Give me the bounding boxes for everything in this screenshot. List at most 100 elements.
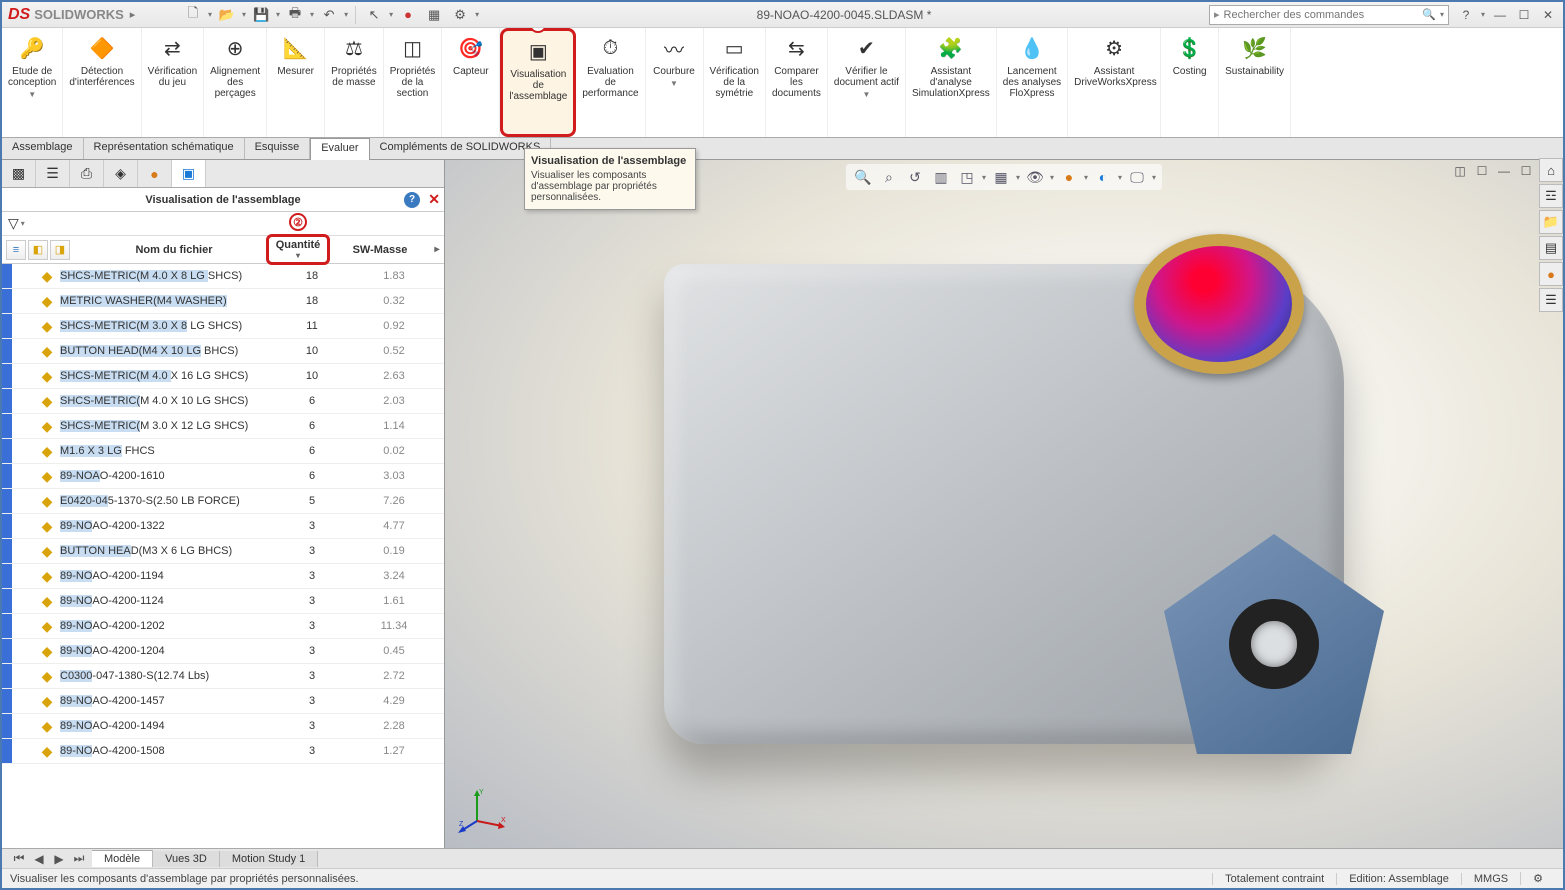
tab-scroll-prev-icon[interactable]: ◀: [30, 850, 48, 868]
search-input[interactable]: [1224, 9, 1419, 21]
select-icon[interactable]: ↖: [363, 4, 385, 26]
list-item[interactable]: ◆89-NOAO-4200-120430.45: [2, 639, 444, 664]
orientation-triad[interactable]: Y X Z: [457, 786, 507, 836]
command-search[interactable]: ▸ 🔍▾: [1209, 5, 1449, 25]
new-icon[interactable]: 🗋: [182, 4, 204, 26]
bottom-tab-modèle[interactable]: Modèle: [92, 850, 153, 867]
ribbon-verdoc-button[interactable]: ✔Vérifier ledocument actif▼: [828, 28, 906, 137]
list-item[interactable]: ◆89-NOAO-4200-145734.29: [2, 689, 444, 714]
flat-nested-toggle[interactable]: ≡: [6, 240, 26, 260]
cmdtab-représentation-schématique[interactable]: Représentation schématique: [84, 138, 245, 159]
col-more[interactable]: ▸: [430, 244, 444, 255]
zoom-fit-icon[interactable]: 🔍: [852, 166, 874, 188]
ribbon-sust-button[interactable]: 🌿Sustainability: [1219, 28, 1291, 137]
search-icon[interactable]: 🔍: [1418, 8, 1440, 21]
close-button[interactable]: ✕: [1539, 6, 1557, 24]
hide-show-icon[interactable]: 👁: [1024, 166, 1046, 188]
ribbon-interf-button[interactable]: 🔶Détectiond'interférences: [63, 28, 141, 137]
ribbon-dwx-button[interactable]: ⚙AssistantDriveWorksXpress: [1068, 28, 1161, 137]
component-list[interactable]: ◆SHCS-METRIC(M 4.0 X 8 LG SHCS)181.83◆ME…: [2, 264, 444, 848]
prev-view-icon[interactable]: ↺: [904, 166, 926, 188]
display-style-icon[interactable]: ▦: [990, 166, 1012, 188]
section-view-icon[interactable]: ▥: [930, 166, 952, 188]
status-units[interactable]: MMGS: [1461, 873, 1520, 885]
group-icon[interactable]: ◧: [28, 240, 48, 260]
vp-max-icon[interactable]: ☐: [1517, 162, 1535, 180]
maximize-button[interactable]: ☐: [1515, 6, 1533, 24]
list-item[interactable]: ◆SHCS-METRIC(M 3.0 X 12 LG SHCS)61.14: [2, 414, 444, 439]
list-item[interactable]: ◆89-NOAO-4200-149432.28: [2, 714, 444, 739]
ribbon-sym-button[interactable]: ▭Vérificationde lasymétrie: [704, 28, 766, 137]
vp-min-icon[interactable]: —: [1495, 162, 1513, 180]
ribbon-perf-button[interactable]: ⏱Evaluationdeperformance: [576, 28, 645, 137]
list-item[interactable]: ◆BUTTON HEAD(M4 X 10 LG BHCS)100.52: [2, 339, 444, 364]
cmdtab-assemblage[interactable]: Assemblage: [2, 138, 84, 159]
cmdtab-esquisse[interactable]: Esquisse: [245, 138, 311, 159]
list-item[interactable]: ◆89-NOAO-4200-132234.77: [2, 514, 444, 539]
help-icon[interactable]: ?: [1457, 6, 1475, 24]
col-mass[interactable]: SW-Masse: [330, 244, 430, 256]
ribbon-cmp-button[interactable]: ⇆Comparerlesdocuments: [766, 28, 828, 137]
fm-assembly-vis-tab[interactable]: ▣: [172, 160, 206, 187]
tp-view-palette-icon[interactable]: ▤: [1539, 236, 1563, 260]
panel-help-icon[interactable]: ?: [404, 192, 420, 208]
list-item[interactable]: ◆SHCS-METRIC(M 4.0 X 16 LG SHCS)102.63: [2, 364, 444, 389]
list-item[interactable]: ◆C0300-047-1380-S(12.74 Lbs)32.72: [2, 664, 444, 689]
list-item[interactable]: ◆89-NOAO-4200-1202311.34: [2, 614, 444, 639]
ribbon-etude-button[interactable]: 🔑Etude deconception▼: [2, 28, 63, 137]
ribbon-mes-button[interactable]: 📐Mesurer: [267, 28, 325, 137]
status-config-icon[interactable]: ⚙: [1520, 872, 1555, 885]
list-item[interactable]: ◆METRIC WASHER(M4 WASHER)180.32: [2, 289, 444, 314]
zoom-area-icon[interactable]: ⌕: [878, 166, 900, 188]
rebuild-icon[interactable]: ●: [397, 4, 419, 26]
view-settings-icon[interactable]: 🖵: [1126, 166, 1148, 188]
ribbon-vis-button[interactable]: ①▣Visualisationdel'assemblage: [500, 28, 576, 137]
graphics-viewport[interactable]: 🔍 ⌕ ↺ ▥ ◳▾ ▦▾ 👁▾ ●▾ ◐▾ 🖵▾ ◫ ☐ — ☐ ✕: [445, 160, 1563, 848]
appearance-icon[interactable]: ●: [1058, 166, 1080, 188]
tp-custom-props-icon[interactable]: ☰: [1539, 288, 1563, 312]
col-filename[interactable]: Nom du fichier: [82, 244, 266, 256]
list-item[interactable]: ◆SHCS-METRIC(M 4.0 X 10 LG SHCS)62.03: [2, 389, 444, 414]
fm-display-tab[interactable]: ◈: [104, 160, 138, 187]
fm-appearance-tab[interactable]: ●: [138, 160, 172, 187]
minimize-button[interactable]: —: [1491, 6, 1509, 24]
list-item[interactable]: ◆SHCS-METRIC(M 3.0 X 8 LG SHCS)110.92: [2, 314, 444, 339]
tp-home-icon[interactable]: ⌂: [1539, 158, 1563, 182]
tab-scroll-first-icon[interactable]: ⏮: [10, 850, 28, 868]
undo-icon[interactable]: ↶: [318, 4, 340, 26]
ribbon-flox-button[interactable]: 💧Lancementdes analysesFloXpress: [997, 28, 1068, 137]
ribbon-capteur-button[interactable]: 🎯Capteur: [442, 28, 500, 137]
panel-close-icon[interactable]: ✕: [428, 191, 440, 208]
list-item[interactable]: ◆M1.6 X 3 LG FHCS60.02: [2, 439, 444, 464]
scene-icon[interactable]: ◐: [1092, 166, 1114, 188]
fm-tree-tab[interactable]: ▩: [2, 160, 36, 187]
list-item[interactable]: ◆BUTTON HEAD(M3 X 6 LG BHCS)30.19: [2, 539, 444, 564]
tp-appearances-icon[interactable]: ●: [1539, 262, 1563, 286]
ribbon-cost-button[interactable]: 💲Costing: [1161, 28, 1219, 137]
bottom-tab-motion-study-1[interactable]: Motion Study 1: [220, 851, 318, 867]
tab-scroll-next-icon[interactable]: ▶: [50, 850, 68, 868]
list-item[interactable]: ◆89-NOAO-4200-150831.27: [2, 739, 444, 764]
ribbon-courb-button[interactable]: 〰Courbure▼: [646, 28, 704, 137]
list-item[interactable]: ◆E0420-045-1370-S(2.50 LB FORCE)57.26: [2, 489, 444, 514]
vp-split2-icon[interactable]: ☐: [1473, 162, 1491, 180]
fm-prop-tab[interactable]: ⎙: [70, 160, 104, 187]
cmdtab-evaluer[interactable]: Evaluer: [310, 138, 369, 160]
bottom-tab-vues-3d[interactable]: Vues 3D: [153, 851, 220, 867]
save-icon[interactable]: 💾: [250, 4, 272, 26]
list-item[interactable]: ◆SHCS-METRIC(M 4.0 X 8 LG SHCS)181.83: [2, 264, 444, 289]
view-orient-icon[interactable]: ◳: [956, 166, 978, 188]
ribbon-jeu-button[interactable]: ⇄Vérificationdu jeu: [142, 28, 204, 137]
tab-scroll-last-icon[interactable]: ⏭: [70, 850, 88, 868]
fm-config-tab[interactable]: ☰: [36, 160, 70, 187]
ribbon-align-button[interactable]: ⊕Alignementdesperçages: [204, 28, 267, 137]
options-grid-icon[interactable]: ▦: [423, 4, 445, 26]
vp-split1-icon[interactable]: ◫: [1451, 162, 1469, 180]
ribbon-simx-button[interactable]: 🧩Assistantd'analyseSimulationXpress: [906, 28, 997, 137]
tp-library-icon[interactable]: 📁: [1539, 210, 1563, 234]
list-item[interactable]: ◆89-NOAO-4200-112431.61: [2, 589, 444, 614]
settings-icon[interactable]: ⚙: [449, 4, 471, 26]
print-icon[interactable]: 🖶: [284, 4, 306, 26]
open-icon[interactable]: 📂: [216, 4, 238, 26]
list-item[interactable]: ◆89-NOAO-4200-119433.24: [2, 564, 444, 589]
